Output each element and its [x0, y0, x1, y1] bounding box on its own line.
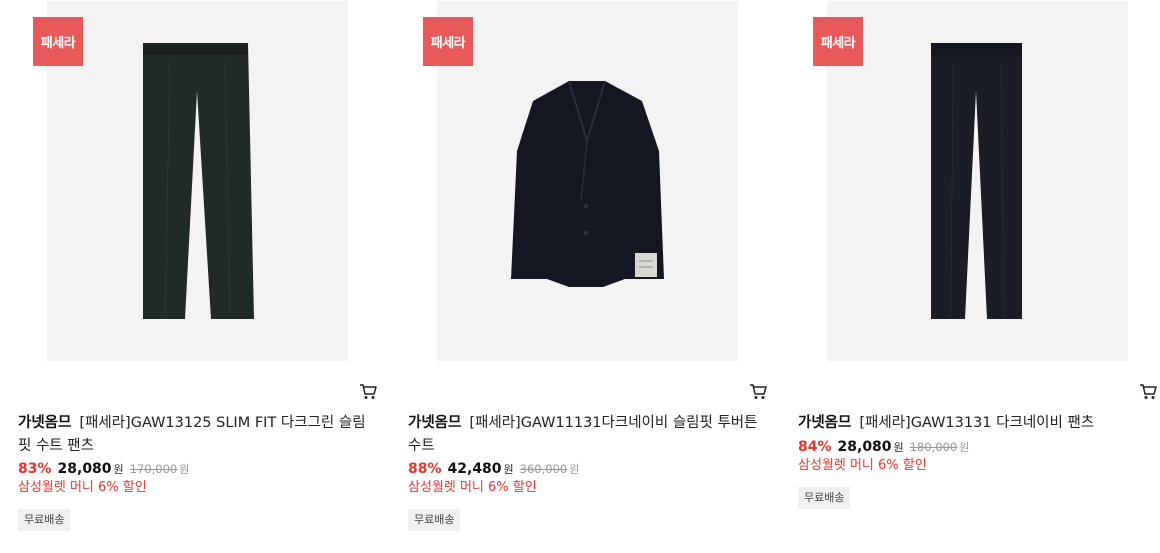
- original-price: 180,000: [909, 440, 958, 454]
- product-name: [패세라]GAW13131 다크네이비 팬츠: [859, 415, 1095, 431]
- cart-icon[interactable]: [749, 383, 767, 400]
- discount-rate: 88%: [408, 461, 442, 477]
- promo-text: 삼성월렛 머니 6% 할인: [18, 480, 147, 495]
- original-price-unit: 원: [959, 441, 970, 454]
- brand-badge: 패세라: [813, 17, 863, 66]
- price-row: 83% 28,080 원 170,000 원: [18, 459, 189, 479]
- promo-text: 삼성월렛 머니 6% 할인: [408, 480, 537, 495]
- sale-price: 42,480: [447, 461, 502, 477]
- product-title[interactable]: 가넷옴므 [패세라]GAW13131 다크네이비 팬츠: [798, 412, 1158, 435]
- shipping-badge: 무료배송: [18, 509, 71, 531]
- pants-image: [143, 43, 254, 319]
- product-card[interactable]: 패세라 가넷옴므 [패세라]GAW13125 SLIM FIT 다크그린 슬림핏 …: [18, 0, 388, 553]
- price-unit: 원: [113, 463, 124, 476]
- product-image[interactable]: [827, 1, 1128, 361]
- brand-name: 가넷옴므: [798, 415, 852, 431]
- shipping-badge: 무료배송: [798, 487, 851, 509]
- brand-name: 가넷옴므: [18, 415, 72, 431]
- shipping-badge: 무료배송: [408, 509, 461, 531]
- jacket-image: [511, 80, 664, 287]
- product-image[interactable]: [47, 1, 348, 361]
- sale-price: 28,080: [57, 461, 112, 477]
- brand-badge: 패세라: [423, 17, 473, 66]
- pants-image: [931, 43, 1022, 319]
- brand-badge: 패세라: [33, 17, 83, 66]
- original-price: 360,000: [519, 462, 568, 476]
- product-card[interactable]: 패세라 가넷옴므 [패세라]GAW13131 다크네이비 팬츠 84% 28,080…: [798, 0, 1160, 553]
- discount-rate: 84%: [798, 439, 832, 455]
- cart-icon[interactable]: [1139, 383, 1157, 400]
- cart-icon[interactable]: [359, 383, 377, 400]
- original-price: 170,000: [129, 462, 178, 476]
- price-unit: 원: [503, 463, 514, 476]
- product-title[interactable]: 가넷옴므 [패세라]GAW11131다크네이비 슬림핏 투버튼 수트: [408, 412, 768, 458]
- price-row: 84% 28,080 원 180,000 원: [798, 437, 969, 457]
- product-title[interactable]: 가넷옴므 [패세라]GAW13125 SLIM FIT 다크그린 슬림핏 수트 팬…: [18, 412, 378, 458]
- price-unit: 원: [893, 441, 904, 454]
- product-card[interactable]: 패세라 가넷옴므 [패세라]GAW11131다크네이비 슬림핏 투버튼 수트 88…: [408, 0, 778, 553]
- discount-rate: 83%: [18, 461, 52, 477]
- original-price-unit: 원: [179, 463, 190, 476]
- brand-name: 가넷옴므: [408, 415, 462, 431]
- original-price-unit: 원: [569, 463, 580, 476]
- sale-price: 28,080: [837, 439, 892, 455]
- promo-text: 삼성월렛 머니 6% 할인: [798, 458, 927, 473]
- product-image[interactable]: [437, 1, 738, 361]
- price-row: 88% 42,480 원 360,000 원: [408, 459, 579, 479]
